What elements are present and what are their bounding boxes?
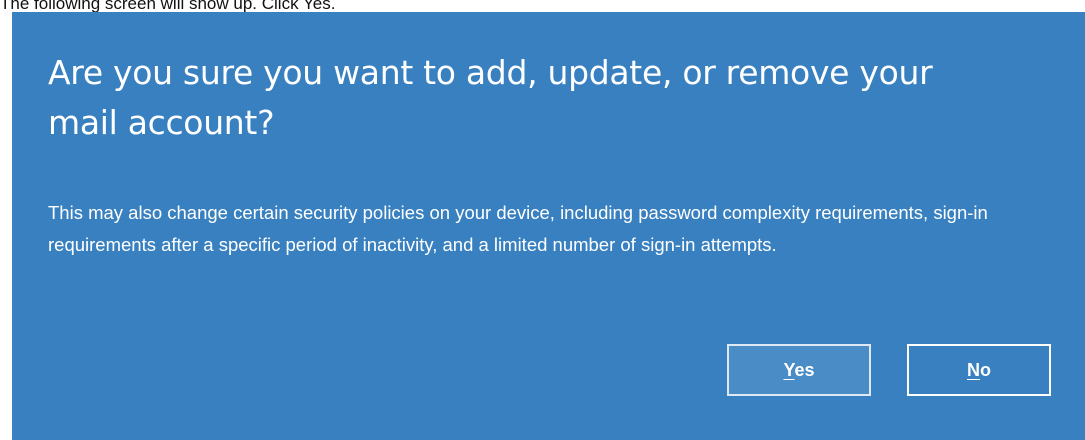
yes-button-mnemonic: Y bbox=[783, 359, 795, 380]
dialog-title: Are you sure you want to add, update, or… bbox=[48, 53, 933, 142]
yes-button[interactable]: Yes bbox=[727, 344, 871, 396]
no-button[interactable]: No bbox=[907, 344, 1051, 396]
instruction-caption: The following screen will show up. Click… bbox=[0, 0, 336, 12]
no-button-mnemonic: N bbox=[967, 359, 980, 380]
no-button-label-rest: o bbox=[980, 359, 991, 380]
account-confirmation-dialog: Are you sure you want to add, update, or… bbox=[12, 12, 1085, 440]
dialog-message: This may also change certain security po… bbox=[48, 202, 988, 255]
yes-button-label-rest: es bbox=[794, 359, 815, 380]
